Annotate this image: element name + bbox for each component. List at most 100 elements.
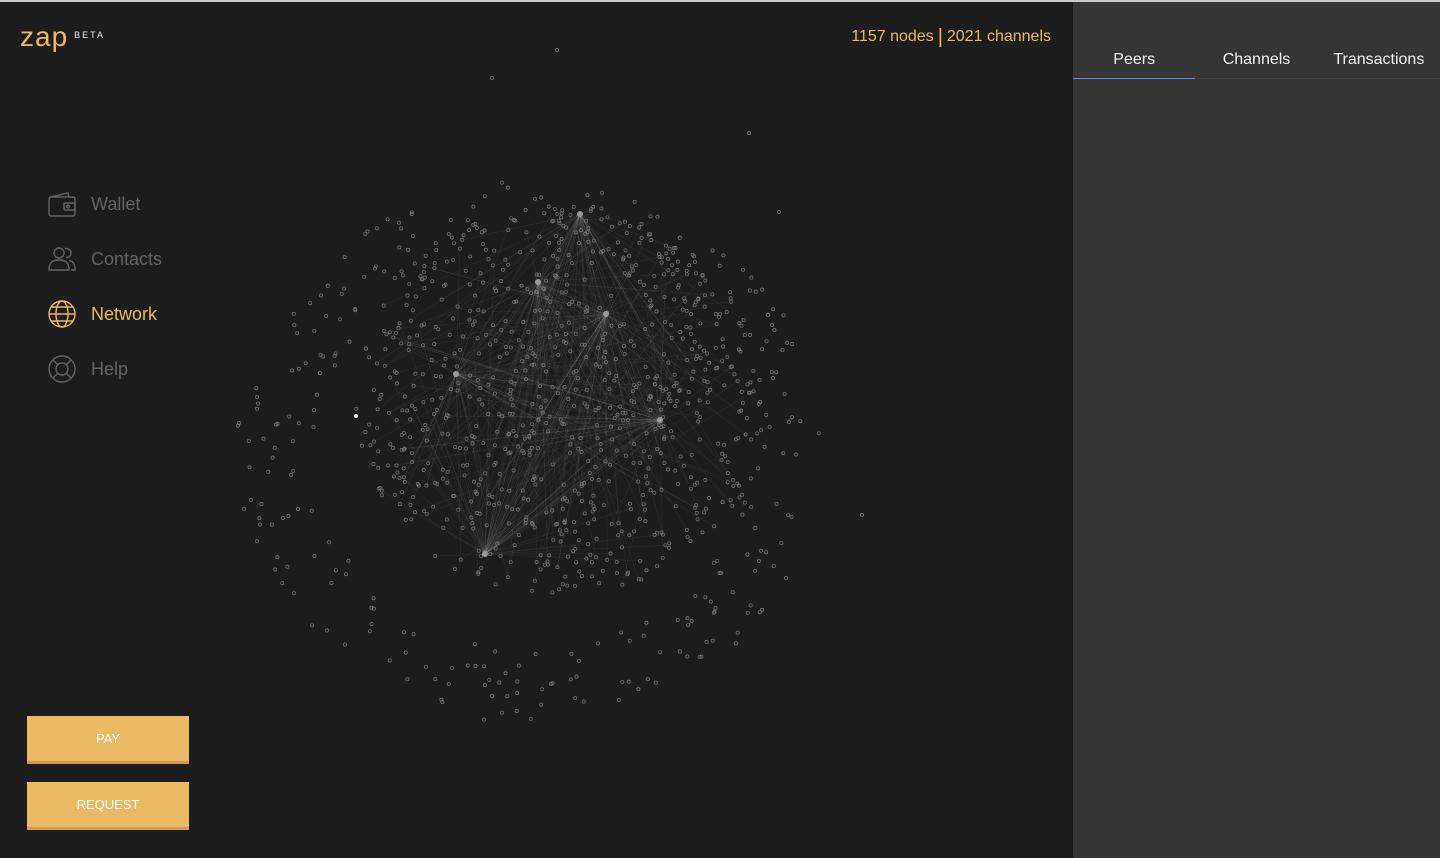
network-node[interactable]	[468, 254, 473, 259]
network-node[interactable]	[676, 482, 681, 486]
network-node[interactable]	[379, 488, 384, 493]
network-node[interactable]	[764, 412, 769, 417]
network-node[interactable]	[529, 588, 534, 593]
network-node[interactable]	[672, 297, 677, 302]
network-node[interactable]	[390, 445, 395, 450]
network-node[interactable]	[333, 568, 338, 573]
network-node[interactable]	[720, 500, 725, 505]
network-node[interactable]	[724, 310, 729, 315]
network-node[interactable]	[860, 513, 864, 517]
network-node[interactable]	[686, 622, 691, 627]
network-node[interactable]	[677, 235, 682, 240]
network-node[interactable]	[373, 264, 378, 269]
network-node[interactable]	[753, 526, 758, 531]
network-node[interactable]	[779, 540, 784, 545]
network-node[interactable]	[689, 312, 694, 317]
network-node[interactable]	[645, 481, 650, 486]
network-node[interactable]	[365, 229, 370, 234]
network-node[interactable]	[705, 390, 710, 395]
network-node[interactable]	[405, 677, 410, 682]
network-node[interactable]	[608, 405, 612, 410]
network-node[interactable]	[295, 507, 300, 511]
network-node[interactable]	[685, 534, 690, 539]
network-node[interactable]	[311, 425, 316, 430]
network-node[interactable]	[325, 283, 330, 288]
network-node[interactable]	[740, 400, 745, 405]
network-node[interactable]	[500, 180, 505, 185]
network-node[interactable]	[433, 241, 438, 246]
network-node[interactable]	[369, 622, 374, 627]
network-node[interactable]	[446, 231, 451, 236]
tab-channels[interactable]: Channels	[1195, 2, 1317, 78]
network-node[interactable]	[641, 449, 646, 454]
network-node[interactable]	[713, 606, 718, 611]
network-node[interactable]	[423, 423, 428, 427]
network-node[interactable]	[554, 233, 559, 238]
network-node[interactable]	[667, 541, 672, 546]
network-node[interactable]	[394, 381, 399, 386]
network-node[interactable]	[422, 275, 427, 280]
network-node[interactable]	[744, 416, 749, 421]
network-node[interactable]	[422, 269, 426, 274]
network-node[interactable]	[627, 253, 632, 258]
network-node[interactable]	[627, 533, 632, 538]
network-node[interactable]	[388, 442, 393, 447]
network-node[interactable]	[342, 255, 347, 260]
network-node[interactable]	[721, 253, 726, 258]
network-node[interactable]	[662, 461, 667, 466]
network-node[interactable]	[713, 345, 718, 350]
network-node[interactable]	[777, 210, 781, 214]
network-node[interactable]	[402, 480, 407, 484]
tab-transactions[interactable]: Transactions	[1318, 2, 1440, 78]
network-node[interactable]	[736, 435, 741, 440]
network-node[interactable]	[728, 498, 733, 503]
network-node[interactable]	[563, 574, 568, 579]
network-node[interactable]	[720, 358, 725, 363]
network-node[interactable]	[347, 339, 352, 344]
network-node[interactable]	[569, 651, 574, 656]
network-node[interactable]	[737, 495, 742, 500]
network-node[interactable]	[707, 496, 712, 500]
network-node[interactable]	[339, 291, 344, 296]
network-node[interactable]	[492, 391, 497, 396]
network-node[interactable]	[652, 490, 657, 495]
network-node[interactable]	[725, 471, 730, 476]
network-node[interactable]	[254, 539, 259, 544]
network-node[interactable]	[733, 641, 738, 646]
network-node[interactable]	[565, 583, 570, 588]
network-node[interactable]	[560, 208, 565, 213]
network-node[interactable]	[766, 313, 770, 317]
network-node[interactable]	[680, 307, 685, 312]
network-node[interactable]	[467, 394, 472, 399]
network-node[interactable]	[771, 376, 775, 380]
network-node[interactable]	[434, 248, 439, 252]
network-node[interactable]	[669, 429, 674, 434]
network-node[interactable]	[505, 694, 510, 699]
network-node[interactable]	[364, 346, 369, 351]
network-node[interactable]	[448, 217, 453, 222]
network-node[interactable]	[789, 514, 794, 519]
network-node[interactable]	[577, 658, 581, 663]
network-node[interactable]	[572, 520, 576, 525]
nav-item-network[interactable]: Network	[46, 298, 162, 330]
network-node[interactable]	[728, 296, 733, 301]
network-node[interactable]	[377, 396, 382, 401]
network-node[interactable]	[774, 501, 779, 506]
nav-item-contacts[interactable]: Contacts	[46, 243, 162, 275]
network-node[interactable]	[261, 436, 266, 441]
network-node[interactable]	[266, 469, 271, 474]
network-node[interactable]	[728, 290, 733, 295]
network-node[interactable]	[781, 313, 786, 318]
network-node[interactable]	[687, 263, 692, 268]
network-node[interactable]	[637, 381, 642, 386]
network-node[interactable]	[413, 407, 418, 411]
network-node[interactable]	[463, 268, 468, 273]
network-node[interactable]	[384, 332, 389, 337]
network-node[interactable]	[740, 492, 745, 497]
network-node[interactable]	[576, 446, 581, 451]
network-node[interactable]	[464, 436, 469, 441]
network-node[interactable]	[656, 251, 661, 256]
network-node[interactable]	[627, 501, 632, 506]
network-node[interactable]	[713, 312, 718, 316]
network-node[interactable]	[747, 288, 752, 293]
